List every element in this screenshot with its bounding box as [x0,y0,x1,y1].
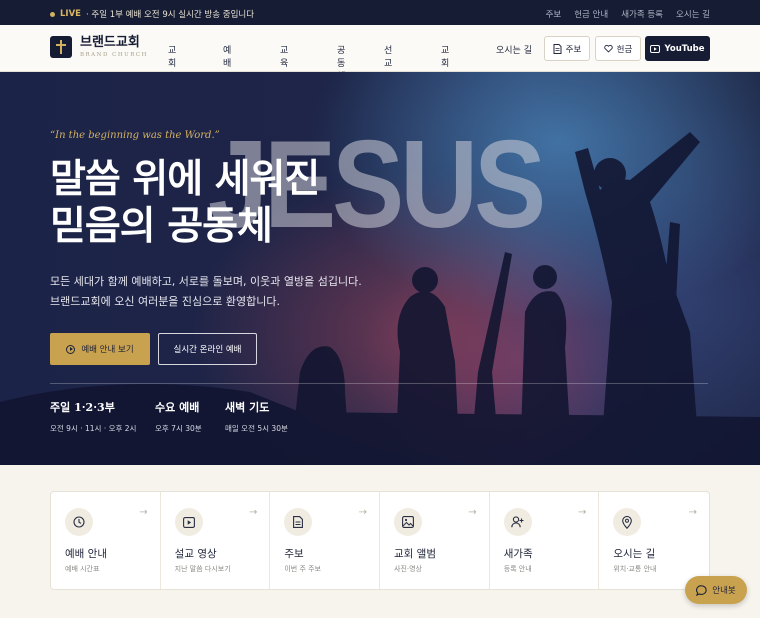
hero-banner: JESUS “In the beginning was the Word.” 말… [0,72,760,465]
quick-link-title: 예배 안내 [65,548,107,560]
quick-links: → 예배 안내 예배 시간표 → 설교 영상 지난 말씀 다시보기 → 주보 이… [50,491,710,590]
document-icon [553,43,562,54]
quick-link-newcomer[interactable]: → 새가족 등록 안내 [490,492,600,589]
schedule-wednesday: 수요 예배 오후 7시 30분 [155,399,202,434]
hero-description-line2: 브랜드교회에 오신 여러분을 진심으로 환영합니다. [50,295,281,308]
hero-description: 모든 세대가 함께 예배하고, 서로를 돌보며, 이웃과 열방을 섬깁니다. 브… [50,272,362,312]
hero-divider [50,383,708,384]
quick-link-title: 주보 [284,548,304,560]
live-notice[interactable]: LIVE · 주일 1부 예배 오전 9시 실시간 방송 중입니다 [50,8,254,20]
quick-link-sub: 사진·영상 [394,565,423,573]
live-online-worship-button-label: 실시간 온라인 예배 [173,345,242,355]
image-icon [394,508,423,536]
hero-quote: “In the beginning was the Word.” [50,130,220,141]
top-link-newcomer[interactable]: 새가족 등록 [621,8,663,20]
quick-link-sermons[interactable]: → 설교 영상 지난 말씀 다시보기 [161,492,271,589]
quick-link-sub: 위치·교통 안내 [613,565,657,573]
top-link-bulletin[interactable]: 주보 [546,8,562,20]
worship-guide-button-label: 예배 안내 보기 [81,345,134,355]
quick-link-title: 교회 앨범 [394,548,436,560]
logo-subtitle: BRAND CHURCH [80,52,148,58]
arrow-right-icon: → [688,507,698,518]
nav-item-directions[interactable]: 오시는 길 [496,43,532,56]
live-badge: LIVE [60,9,81,19]
youtube-icon [650,44,661,53]
arrow-right-icon: → [248,507,258,518]
arrow-right-icon: → [577,507,587,518]
quick-link-bulletin[interactable]: → 주보 이번 주 주보 [270,492,381,589]
schedule-name: 수요 예배 [155,401,200,414]
chatbot-button[interactable]: 안내봇 [685,576,747,604]
offering-button[interactable]: 헌금 [595,36,641,61]
quick-link-title: 설교 영상 [174,548,217,560]
hero-title-line2: 믿음의 공동체 [50,203,273,249]
quick-link-sub: 등록 안내 [503,565,532,573]
quick-link-directions[interactable]: → 오시는 길 위치·교통 안내 [599,492,709,589]
schedule-time: 매일 오전 5시 30분 [225,424,288,433]
top-announcement-bar: LIVE · 주일 1부 예배 오전 9시 실시간 방송 중입니다 주보 헌금 … [0,0,760,25]
youtube-button[interactable]: YouTube [645,36,710,61]
quick-link-sub: 지난 말씀 다시보기 [174,565,231,573]
bulletin-button[interactable]: 주보 [544,36,590,61]
hero-title-line1: 말씀 위에 세워진 [50,156,320,202]
document-icon [284,508,313,536]
live-notice-text: · 주일 1부 예배 오전 9시 실시간 방송 중입니다 [85,10,255,20]
live-online-worship-button[interactable]: 실시간 온라인 예배 [158,333,257,365]
church-logo[interactable]: 브랜드교회 BRAND CHURCH [50,36,148,58]
youtube-button-label: YouTube [664,43,705,54]
arrow-right-icon: → [468,507,477,518]
schedule-name: 새벽 기도 [225,401,270,414]
worship-guide-button[interactable]: 예배 안내 보기 [50,333,150,365]
arrow-right-icon: → [358,507,368,518]
schedule-name: 주일 1·2·3부 [50,401,115,414]
offering-button-label: 헌금 [616,44,633,55]
play-circle-icon [66,344,76,354]
chat-bubble-icon [696,584,707,596]
map-pin-icon [613,508,642,536]
quick-link-album[interactable]: → 교회 앨범 사진·영상 [380,492,490,589]
schedule-dawn: 새벽 기도 매일 오전 5시 30분 [225,399,288,434]
schedule-time: 오전 9시 · 11시 · 오후 2시 [50,424,137,433]
top-link-directions[interactable]: 오시는 길 [676,8,710,20]
chatbot-label: 안내봇 [712,586,736,596]
user-plus-icon [503,508,532,536]
quick-link-sub: 이번 주 주보 [284,565,321,573]
clock-icon [65,508,93,536]
video-icon [174,508,203,536]
live-dot-icon [50,11,55,17]
top-link-offering[interactable]: 헌금 안내 [574,8,608,20]
site-header: 브랜드교회 BRAND CHURCH 교회소개 예배·설교 교육·양육 공동체 … [0,25,760,105]
arrow-right-icon: → [139,507,148,518]
quick-link-title: 새가족 [503,548,533,560]
schedule-time: 오후 7시 30분 [155,424,202,433]
bulletin-button-label: 주보 [565,44,582,55]
top-utility-links: 주보 헌금 안내 새가족 등록 오시는 길 [546,8,710,20]
hero-description-line1: 모든 세대가 함께 예배하고, 서로를 돌보며, 이웃과 열방을 섬깁니다. [50,275,362,288]
schedule-sunday: 주일 1·2·3부 오전 9시 · 11시 · 오후 2시 [50,399,136,434]
quick-link-title: 오시는 길 [613,548,656,560]
logo-name: 브랜드교회 [80,35,140,50]
heart-icon [603,44,613,53]
quick-link-worship[interactable]: → 예배 안내 예배 시간표 [51,492,161,589]
cross-icon [50,36,72,58]
quick-link-sub: 예배 시간표 [65,565,100,573]
hero-title: 말씀 위에 세워진 믿음의 공동체 [50,156,320,250]
